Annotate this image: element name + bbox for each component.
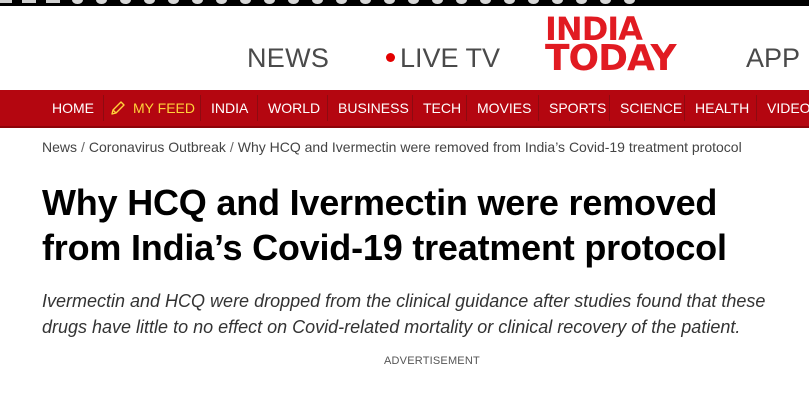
breadcrumb-current: Why HCQ and Ivermectin were removed from… xyxy=(237,139,742,155)
breadcrumb: News / Coronavirus Outbreak / Why HCQ and Iv… xyxy=(42,139,742,155)
live-tv-label: LIVE TV xyxy=(400,43,501,73)
logo-line2: TODAY xyxy=(545,38,677,79)
news-link[interactable]: NEWS xyxy=(247,43,329,74)
summary-line-2: drugs have little to no effect on Covid-… xyxy=(42,317,741,337)
nav-item-sports[interactable]: SPORTS xyxy=(549,90,606,126)
breadcrumb-item-news[interactable]: News xyxy=(42,139,77,155)
advertisement-label: ADVERTISEMENT xyxy=(384,355,480,367)
india-today-logo[interactable]: INDIA TODAY xyxy=(545,13,690,79)
nav-item-science[interactable]: SCIENCE xyxy=(620,90,682,126)
breadcrumb-separator: / xyxy=(229,139,234,155)
breadcrumb-item-coronavirus[interactable]: Coronavirus Outbreak xyxy=(89,139,226,155)
summary-line-1: Ivermectin and HCQ were dropped from the… xyxy=(42,291,766,311)
nav-item-my-feed[interactable]: MY FEED xyxy=(110,90,195,126)
nav-item-world[interactable]: WORLD xyxy=(268,90,320,126)
main-nav: HOME MY FEED INDIA WORLD BUSINESS TECH M… xyxy=(0,90,809,128)
nav-item-movies[interactable]: MOVIES xyxy=(477,90,531,126)
article-headline: Why HCQ and Ivermectin were removed from… xyxy=(42,180,782,270)
masthead: NEWS LIVE TV INDIA TODAY APP xyxy=(0,6,809,90)
nav-item-tech[interactable]: TECH xyxy=(423,90,461,126)
article-summary: Ivermectin and HCQ were dropped from the… xyxy=(42,288,809,340)
app-link[interactable]: APP xyxy=(746,43,800,74)
nav-item-home[interactable]: HOME xyxy=(52,90,94,126)
live-indicator-icon xyxy=(386,53,395,62)
nav-item-india[interactable]: INDIA xyxy=(211,90,248,126)
nav-item-video[interactable]: VIDEO xyxy=(767,90,809,126)
live-tv-link[interactable]: LIVE TV xyxy=(386,43,500,74)
headline-line-2: from India’s Covid-19 treatment protocol xyxy=(42,227,727,268)
headline-line-1: Why HCQ and Ivermectin were removed xyxy=(42,182,718,223)
nav-item-health[interactable]: HEALTH xyxy=(695,90,749,126)
my-feed-label: MY FEED xyxy=(133,100,195,116)
breadcrumb-separator: / xyxy=(81,139,85,155)
pencil-icon xyxy=(111,101,125,115)
nav-item-business[interactable]: BUSINESS xyxy=(338,90,409,126)
